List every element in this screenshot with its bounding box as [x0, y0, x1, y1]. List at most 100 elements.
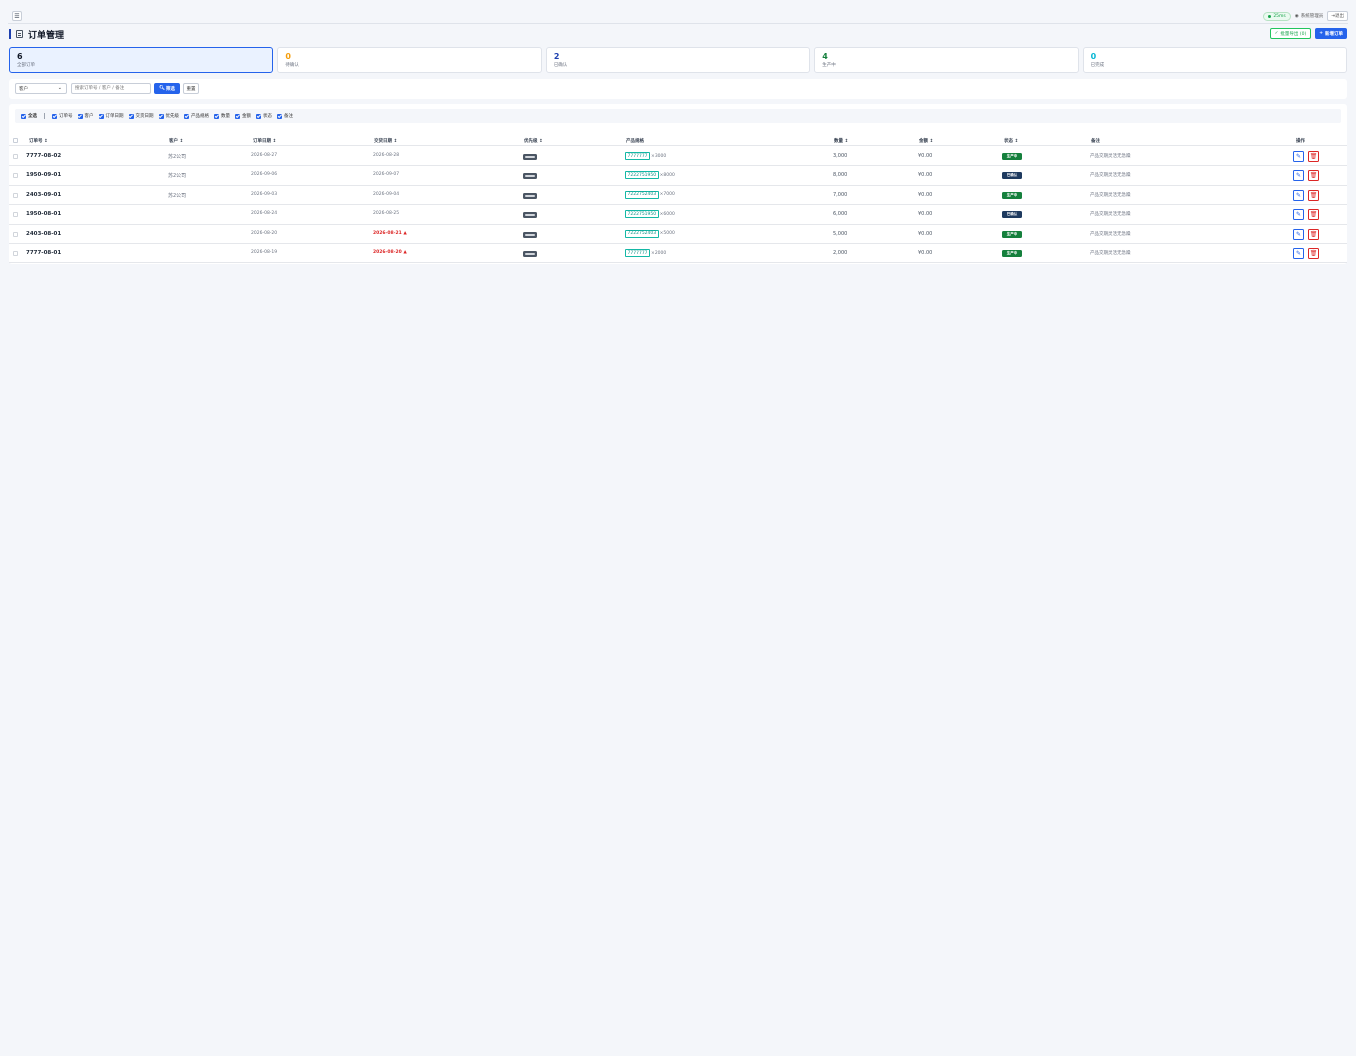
priority-icon: [523, 192, 537, 199]
select-all-checkbox[interactable]: [13, 138, 18, 143]
edit-button[interactable]: ✎: [1293, 248, 1304, 259]
edit-button[interactable]: ✎: [1293, 189, 1304, 201]
column-header[interactable]: 交货日期 ↕: [374, 138, 397, 144]
column-header[interactable]: 备注: [1091, 138, 1100, 144]
edit-button[interactable]: ✎: [1293, 170, 1304, 182]
column-header[interactable]: 客户 ↕: [169, 138, 183, 144]
batch-export-label: 批量导出 (0): [1280, 31, 1307, 37]
column-toggle-label: 订单号: [59, 114, 73, 119]
table-row[interactable]: 2403-09-01 苏2公司 2026-09-03 2026-09-04 722275…: [9, 186, 1347, 206]
column-toggle[interactable]: 订单日期: [98, 113, 124, 119]
delete-button[interactable]: 🗑︎: [1308, 209, 1319, 221]
toggle-all-columns[interactable]: 全选: [21, 113, 37, 119]
order-number[interactable]: 2403-09-01: [26, 192, 61, 198]
top-bar: ☰ 25ms ◉ 系统管理员 ⇥退出: [8, 8, 1348, 24]
table-row[interactable]: 7777-08-01 2026-08-19 2026-08-20 ▲ 7777777 ×…: [9, 244, 1347, 264]
column-toggle[interactable]: 客户: [77, 113, 94, 119]
spec-code[interactable]: 7222752403: [625, 229, 659, 238]
order-number[interactable]: 2403-08-01: [26, 231, 61, 237]
column-header[interactable]: 操作: [1296, 138, 1305, 144]
status-badge: 生产中: [1002, 153, 1022, 160]
checkbox-checked-icon: [98, 113, 104, 119]
delete-button[interactable]: 🗑︎: [1308, 228, 1319, 240]
delete-button[interactable]: 🗑︎: [1308, 151, 1319, 162]
column-header[interactable]: 状态 ↕: [1004, 138, 1018, 144]
amount: ¥0.00: [918, 153, 933, 159]
column-header[interactable]: 优先级 ↕: [524, 138, 543, 144]
table-row[interactable]: 1950-09-01 苏2公司 2026-09-06 2026-09-07 722275…: [9, 166, 1347, 186]
column-toggle[interactable]: 数量: [214, 113, 230, 119]
pencil-icon: ✎: [1295, 230, 1302, 238]
checkbox-checked-icon: [256, 113, 261, 119]
order-date: 2026-08-24: [251, 211, 278, 217]
column-header[interactable]: 订单日期 ↕: [253, 138, 276, 144]
order-number[interactable]: 7777-08-01: [26, 250, 61, 256]
stat-card[interactable]: 4 生产中: [814, 47, 1079, 73]
row-checkbox[interactable]: [13, 154, 18, 159]
column-header[interactable]: 产品规格: [626, 138, 644, 144]
edit-button[interactable]: ✎: [1293, 151, 1304, 162]
column-toggle[interactable]: 优先级: [158, 113, 180, 119]
reset-button[interactable]: 重置: [183, 83, 199, 94]
page-header: 订单管理 ✓ 批量导出 (0) + 新增订单: [9, 27, 1347, 41]
spec-code[interactable]: 7777777: [625, 152, 651, 160]
table-row[interactable]: 2403-08-01 2026-08-20 2026-08-21 ▲ 72227524…: [9, 225, 1347, 244]
column-toggle-label: 订单日期: [105, 114, 124, 119]
row-checkbox[interactable]: [13, 173, 18, 179]
search-input[interactable]: [71, 83, 151, 94]
spec-code[interactable]: 7222751950: [625, 171, 659, 180]
filter-button[interactable]: 🔍︎ 筛选: [154, 83, 180, 94]
row-checkbox[interactable]: [13, 212, 18, 218]
status-badge: 已确认: [1002, 211, 1022, 219]
filter-field-select[interactable]: 客户 ⌄: [15, 83, 67, 94]
row-checkbox[interactable]: [13, 231, 18, 237]
trash-icon: 🗑︎: [1309, 230, 1318, 238]
user-menu[interactable]: ◉ 系统管理员: [1295, 13, 1323, 20]
batch-export-button[interactable]: ✓ 批量导出 (0): [1269, 28, 1312, 39]
edit-button[interactable]: ✎: [1293, 228, 1304, 240]
column-toggle[interactable]: 交货日期: [128, 113, 154, 119]
order-number[interactable]: 7777-08-02: [26, 153, 61, 159]
table-row[interactable]: 7777-08-02 苏2公司 2026-08-27 2026-08-28 777777…: [9, 147, 1347, 167]
top-right-area: 25ms ◉ 系统管理员 ⇥退出: [1263, 11, 1348, 21]
checkbox-checked-icon: [52, 113, 57, 119]
delete-button[interactable]: 🗑︎: [1308, 248, 1319, 259]
status-dot-icon: [1268, 14, 1272, 18]
row-checkbox[interactable]: [13, 192, 18, 198]
column-header[interactable]: 数量 ↕: [834, 138, 848, 144]
column-toggle[interactable]: 金额: [235, 113, 251, 119]
stat-value: 2: [553, 52, 560, 61]
stat-card[interactable]: 6 全部订单: [9, 47, 274, 73]
order-number[interactable]: 1950-08-01: [26, 211, 61, 217]
status-badge: 生产中: [1002, 250, 1022, 257]
row-checkbox[interactable]: [13, 251, 18, 256]
plus-icon: +: [1319, 31, 1323, 36]
spec-code[interactable]: 7222752403: [625, 190, 659, 199]
spec-code[interactable]: 7777777: [625, 249, 651, 257]
order-number[interactable]: 1950-09-01: [26, 172, 61, 178]
menu-toggle-button[interactable]: ☰: [12, 11, 22, 21]
column-toggle[interactable]: 订单号: [52, 113, 73, 119]
column-toggle[interactable]: 备注: [277, 113, 293, 119]
logout-button[interactable]: ⇥退出: [1327, 11, 1348, 21]
stat-card[interactable]: 2 已确认: [545, 47, 811, 73]
column-toggle[interactable]: 状态: [256, 113, 272, 119]
delivery-date: 2026-08-21 ▲: [373, 230, 407, 236]
spec-code[interactable]: 7222751950: [625, 210, 659, 219]
edit-button[interactable]: ✎: [1293, 209, 1304, 221]
quantity: 8,000: [833, 172, 848, 179]
column-toggle[interactable]: 产品规格: [184, 113, 209, 119]
stat-card[interactable]: 0 待确认: [277, 47, 542, 73]
new-order-button[interactable]: + 新增订单: [1315, 28, 1347, 39]
column-header[interactable]: 订单号 ↕: [29, 138, 48, 144]
trash-icon: 🗑︎: [1309, 250, 1318, 257]
delete-button[interactable]: 🗑︎: [1308, 170, 1319, 182]
column-header[interactable]: 金额 ↕: [919, 138, 933, 144]
check-icon: ✓: [1274, 31, 1279, 36]
stat-card[interactable]: 0 已完成: [1082, 47, 1348, 73]
latency-badge: 25ms: [1263, 11, 1291, 21]
customer-name: 苏2公司: [168, 173, 187, 180]
table-row[interactable]: 1950-08-01 2026-08-24 2026-08-25 7222751950…: [9, 205, 1347, 225]
column-toggle-label: 优先级: [165, 114, 180, 119]
delete-button[interactable]: 🗑︎: [1308, 189, 1319, 201]
